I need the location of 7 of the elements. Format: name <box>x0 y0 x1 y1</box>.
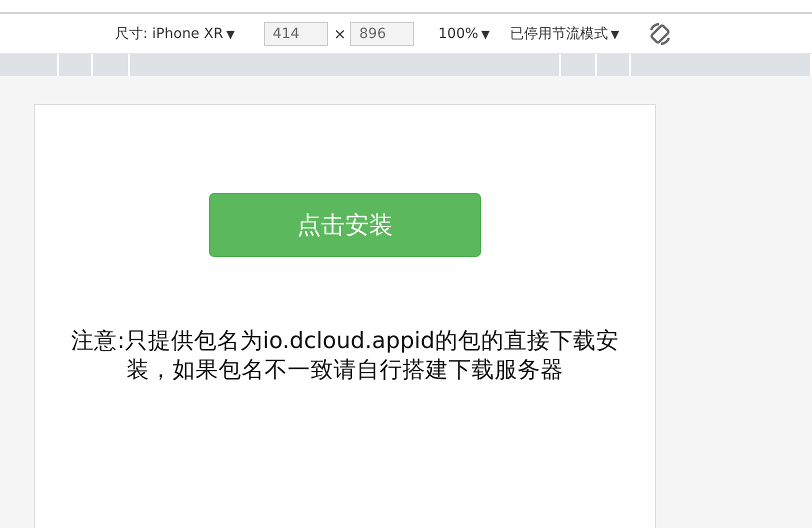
device-dropdown[interactable]: 尺寸: iPhone XR ▼ <box>115 24 235 42</box>
width-field[interactable]: 414 <box>264 22 328 46</box>
height-field[interactable]: 896 <box>350 22 414 46</box>
zoom-dropdown[interactable]: 100% ▼ <box>438 26 490 42</box>
times-sign: × <box>334 24 346 42</box>
notice-text: 注意:只提供包名为io.dcloud.appid的包的直接下载安装，如果包名不一致请自行搭建下载服务器 <box>70 327 620 385</box>
throttling-dropdown[interactable]: 已停用节流模式 ▼ <box>510 24 620 42</box>
